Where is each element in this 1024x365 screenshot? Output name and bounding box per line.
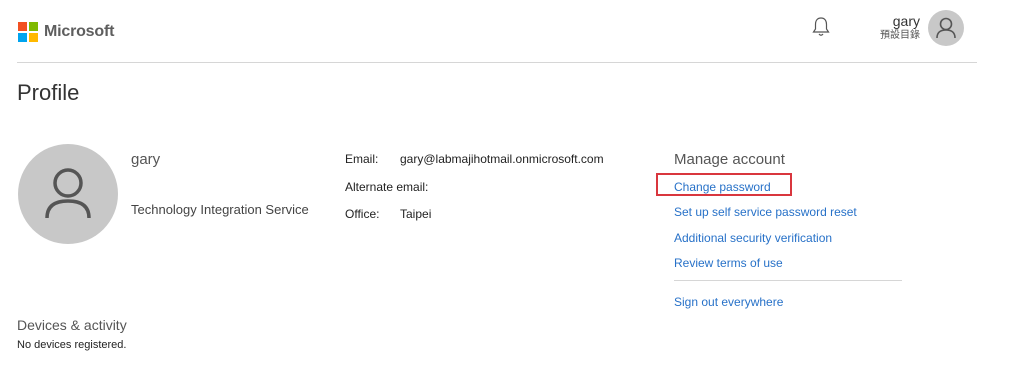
self-service-password-reset-link[interactable]: Set up self service password reset [674,205,857,219]
header-user-directory: 預設目錄 [880,30,920,41]
microsoft-logo-icon [18,22,38,42]
top-header: Microsoft gary 預設目錄 [0,0,1024,62]
header-avatar[interactable] [928,10,964,46]
office-value: Taipei [400,207,432,221]
person-icon [936,17,956,39]
header-divider [17,62,977,63]
profile-name: gary [131,151,161,168]
terms-of-use-link[interactable]: Review terms of use [674,256,783,270]
person-icon [45,168,91,219]
page-title: Profile [17,80,80,105]
manage-account-title: Manage account [674,151,785,168]
bell-icon[interactable] [811,16,831,38]
manage-account-divider [674,280,902,281]
user-menu[interactable]: gary 預設目錄 [860,13,920,43]
brand-name: Microsoft [44,23,115,40]
sign-out-everywhere-link[interactable]: Sign out everywhere [674,295,783,309]
alternate-email-label: Alternate email: [345,180,429,194]
profile-organization: Technology Integration Service [131,202,309,217]
security-verification-link[interactable]: Additional security verification [674,231,832,245]
microsoft-logo[interactable]: Microsoft [18,22,114,42]
devices-title: Devices & activity [17,317,127,333]
email-label: Email: [345,152,379,166]
profile-avatar [18,144,118,244]
header-user-name: gary [892,13,920,29]
office-label: Office: [345,207,380,221]
email-value: gary@labmajihotmail.onmicrosoft.com [400,152,604,166]
devices-message: No devices registered. [17,339,127,351]
change-password-link[interactable]: Change password [674,180,771,194]
